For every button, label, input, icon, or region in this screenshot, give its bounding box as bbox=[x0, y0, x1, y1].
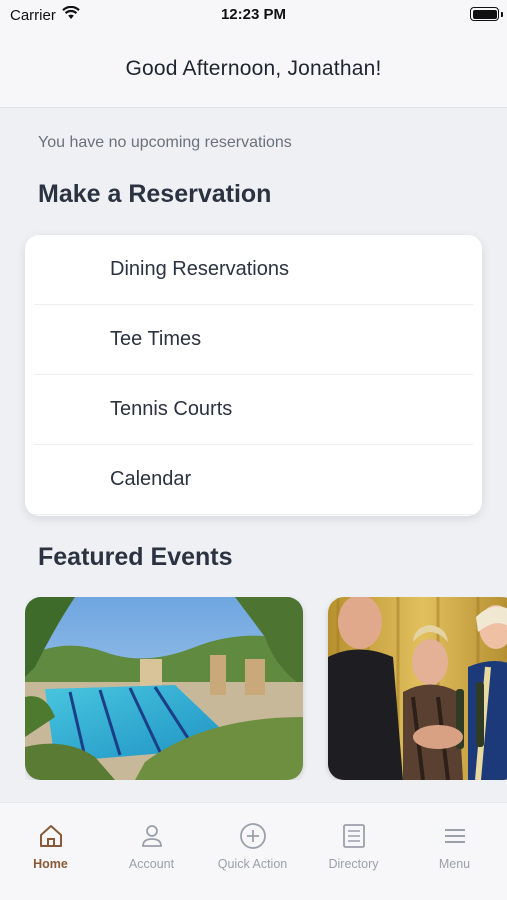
home-icon bbox=[0, 821, 101, 851]
plus-circle-icon bbox=[202, 821, 303, 851]
calendar-item[interactable]: Calendar bbox=[34, 445, 473, 515]
greeting-title: Good Afternoon, Jonathan! bbox=[125, 56, 382, 80]
reservation-item-label: Tennis Courts bbox=[110, 398, 233, 420]
tab-label: Quick Action bbox=[217, 857, 288, 871]
bottom-tab-bar: Home Account Quick Action Directory Menu bbox=[0, 802, 507, 900]
tab-label: Menu bbox=[438, 857, 471, 871]
person-icon bbox=[101, 821, 202, 851]
tee-times-item[interactable]: Tee Times bbox=[34, 305, 473, 375]
members-celebration-photo bbox=[328, 597, 507, 780]
no-reservations-message: You have no upcoming reservations bbox=[38, 134, 292, 151]
event-card-pool[interactable] bbox=[25, 597, 303, 780]
clock: 12:23 PM bbox=[220, 6, 287, 23]
dining-reservations-item[interactable]: Dining Reservations bbox=[34, 235, 473, 305]
reservation-item-label: Calendar bbox=[110, 468, 192, 490]
event-card-members[interactable] bbox=[328, 597, 507, 780]
reservation-item-label: Tee Times bbox=[110, 328, 202, 350]
tab-directory[interactable]: Directory bbox=[303, 821, 404, 871]
featured-events-title: Featured Events bbox=[38, 543, 233, 571]
tab-home[interactable]: Home bbox=[0, 821, 101, 871]
reservation-item-label: Dining Reservations bbox=[110, 258, 289, 280]
make-reservation-title: Make a Reservation bbox=[38, 180, 272, 208]
tab-label: Directory bbox=[328, 857, 379, 871]
battery-icon bbox=[470, 7, 499, 21]
tab-label: Home bbox=[33, 857, 68, 871]
list-icon bbox=[303, 821, 404, 851]
battery-tip bbox=[501, 12, 503, 17]
header: Good Afternoon, Jonathan! bbox=[0, 30, 507, 108]
tab-account[interactable]: Account bbox=[101, 821, 202, 871]
tab-menu[interactable]: Menu bbox=[404, 821, 505, 871]
reservation-options-card: Dining Reservations Tee Times Tennis Cou… bbox=[25, 235, 482, 516]
tennis-courts-item[interactable]: Tennis Courts bbox=[34, 375, 473, 445]
tab-label: Account bbox=[128, 857, 175, 871]
status-bar: Carrier 12:23 PM bbox=[0, 0, 507, 30]
pool-resort-photo bbox=[25, 597, 303, 780]
hamburger-icon bbox=[404, 821, 505, 851]
tab-quick-action[interactable]: Quick Action bbox=[202, 821, 303, 871]
featured-events-carousel[interactable] bbox=[25, 597, 507, 780]
